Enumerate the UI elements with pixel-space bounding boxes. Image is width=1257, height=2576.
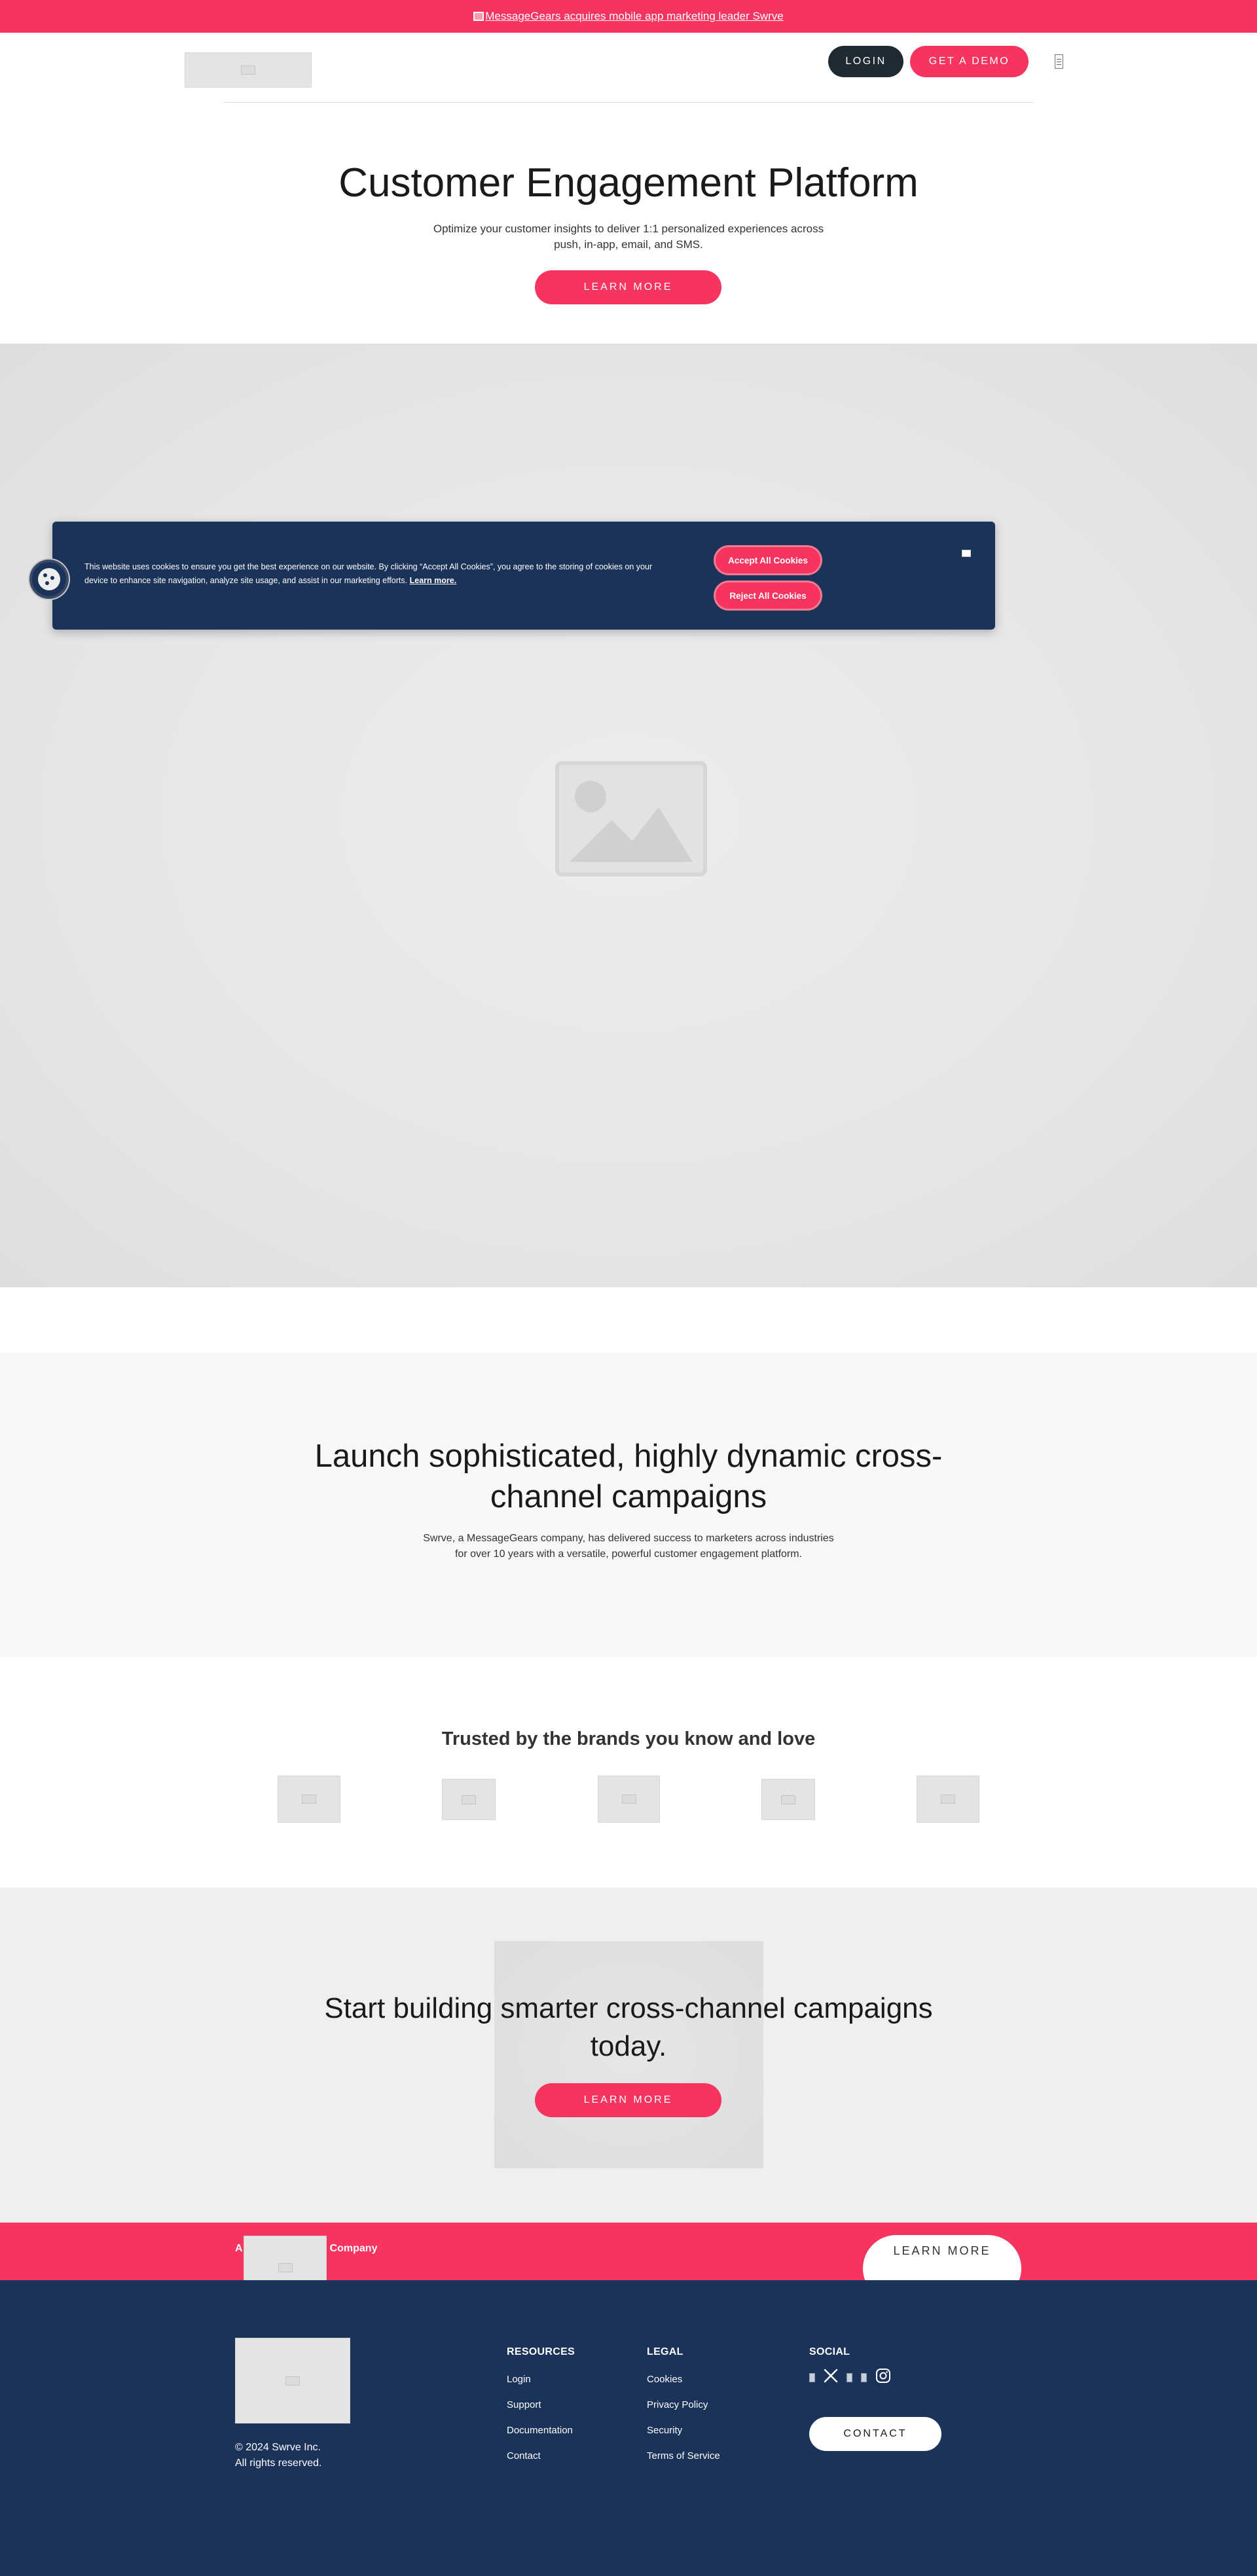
trusted-title: Trusted by the brands you know and love [441,1728,816,1749]
hero-learn-more-button[interactable]: LEARN MORE [535,270,721,304]
footer-link-cookies[interactable]: Cookies [647,2374,682,2385]
image-placeholder-icon [462,1795,476,1804]
legal-heading: LEGAL [647,2346,683,2357]
image-placeholder-icon [302,1795,316,1804]
image-placeholder-icon [285,2376,300,2386]
login-button[interactable]: LOGIN [828,46,903,77]
footer-link-terms[interactable]: Terms of Service [647,2450,720,2461]
resources-heading: RESOURCES [507,2346,575,2357]
band-text-left: A [235,2243,243,2254]
start-learn-more-button[interactable]: LEARN MORE [535,2083,721,2117]
header-divider [223,102,1034,103]
cookie-learn-more-link[interactable]: Learn more. [410,576,457,585]
social-icons [809,2368,891,2387]
footer-link-login[interactable]: Login [507,2374,531,2385]
site-footer [0,2280,1257,2576]
announcement-link[interactable]: MessageGears acquires mobile app marketi… [485,10,783,23]
copyright: © 2024 Swrve Inc. All rights reserved. [235,2440,322,2471]
site-logo[interactable] [185,52,312,88]
youtube-icon[interactable] [861,2372,867,2382]
rights-line: All rights reserved. [235,2458,322,2469]
linkedin-icon[interactable] [809,2372,815,2382]
social-heading: SOCIAL [809,2346,850,2357]
start-building-title: Start building smarter cross-channel cam… [324,1992,933,2062]
launch-subtitle: Swrve, a MessageGears company, has deliv… [423,1533,834,1560]
menu-icon[interactable] [1055,54,1063,69]
footer-link-security[interactable]: Security [647,2425,682,2436]
cookie-banner-text: This website uses cookies to ensure you … [84,560,661,588]
accept-all-cookies-button[interactable]: Accept All Cookies [716,547,820,573]
footer-link-contact[interactable]: Contact [507,2450,541,2461]
image-placeholder-icon [473,12,484,21]
launch-title: Launch sophisticated, highly dynamic cro… [314,1439,943,1514]
footer-link-documentation[interactable]: Documentation [507,2425,573,2436]
image-placeholder-icon [555,761,707,876]
brand-logo [598,1776,660,1823]
image-placeholder-icon [941,1795,955,1804]
contact-button[interactable]: CONTACT [809,2417,941,2451]
cookie-icon [38,568,60,590]
image-placeholder-icon [781,1795,795,1804]
band-text-right: Company [329,2243,378,2254]
hero-title: Customer Engagement Platform [338,160,919,206]
image-placeholder-icon [621,1795,636,1804]
announcement-bar: MessageGears acquires mobile app marketi… [0,0,1257,33]
acquisition-band [0,2223,1257,2280]
brand-logo [278,1776,340,1823]
copyright-line: © 2024 Swrve Inc. [235,2442,321,2453]
x-twitter-icon[interactable] [824,2369,838,2386]
cookie-settings-button[interactable] [29,560,69,599]
brand-logo [761,1779,815,1820]
cookie-message: This website uses cookies to ensure you … [84,562,653,585]
brand-logo [442,1779,496,1820]
hero-subtitle: Optimize your customer insights to deliv… [433,223,824,251]
image-placeholder-icon [278,2263,293,2272]
footer-logo[interactable] [235,2338,350,2424]
image-placeholder-icon [241,65,255,75]
brand-logo [917,1776,979,1823]
reject-all-cookies-button[interactable]: Reject All Cookies [716,582,820,609]
facebook-icon[interactable] [847,2372,852,2382]
close-icon[interactable] [962,550,971,557]
footer-link-privacy-policy[interactable]: Privacy Policy [647,2399,708,2410]
get-a-demo-button[interactable]: GET A DEMO [910,46,1029,77]
footer-link-support[interactable]: Support [507,2399,541,2410]
instagram-icon[interactable] [875,2368,891,2387]
